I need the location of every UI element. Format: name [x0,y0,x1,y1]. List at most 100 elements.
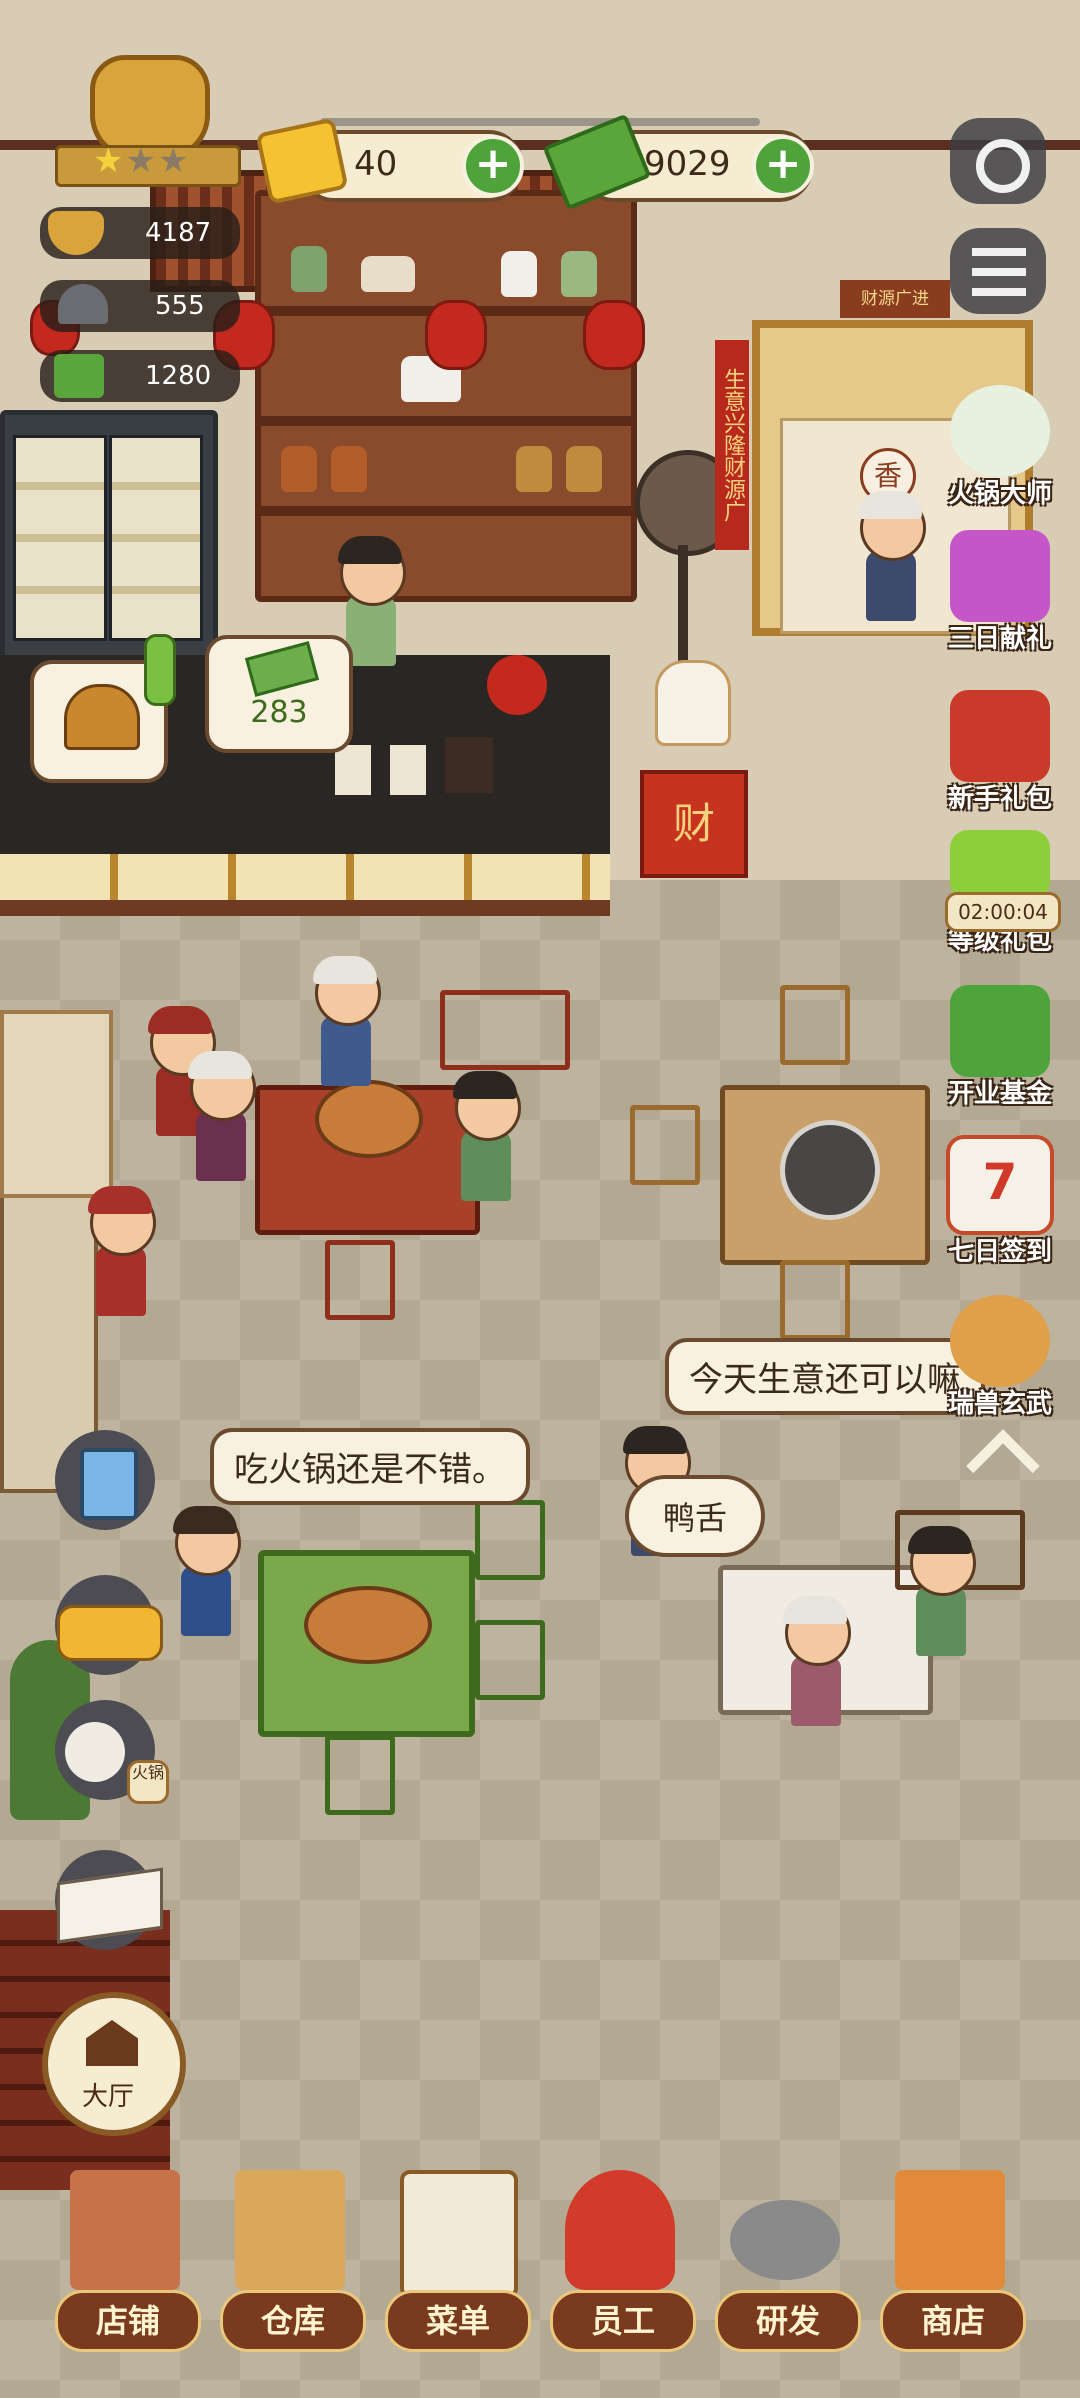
panda-chef-icon [950,385,1050,477]
speech-bubble-hotpot: 吃火锅还是不错。 [210,1428,530,1505]
star-icon: ★ [125,141,158,181]
side-item-signin[interactable]: 7 七日签到 [940,1135,1060,1268]
cash-bubble[interactable]: 283 [205,635,353,753]
nav-staff[interactable]: 员工 [545,2170,696,2360]
nav-storefront[interactable]: 店铺 [50,2170,201,2360]
gift-box-icon [950,530,1050,622]
chair [780,985,850,1065]
nav-label: 研发 [715,2290,861,2352]
side-item-level[interactable]: 02:00:04 等级礼包 [940,830,1061,957]
taxi-icon [57,1605,163,1661]
task-list-button[interactable] [950,228,1046,314]
display-shelf[interactable] [255,190,637,602]
bell-bubble[interactable] [30,634,176,783]
staff-icon [565,2170,675,2290]
hall-button[interactable]: 大厅 [42,1992,186,2136]
nav-label: 菜单 [385,2290,531,2352]
treasure-pack-icon [950,690,1050,782]
bamboo-table[interactable] [258,1550,475,1737]
chair [630,1105,700,1185]
service-stat[interactable]: 555 [40,280,240,332]
recipe-book-button[interactable] [55,1850,163,1950]
calendar-day: 7 [982,1153,1018,1211]
table-lamp-icon [487,655,547,715]
money-chest-icon [950,985,1050,1077]
chair [780,1260,850,1340]
delivery-car-button[interactable] [55,1575,163,1675]
storefront-icon [70,2170,180,2290]
boxes-icon [235,2170,345,2290]
nav-research[interactable]: 研发 [710,2170,861,2360]
hotpot-icon [304,1586,432,1664]
chair [475,1500,545,1580]
nav-shop[interactable]: 商店 [875,2170,1026,2360]
cash-register-icon [54,354,104,398]
vase-icon [291,246,327,292]
chair [325,1735,395,1815]
wok-icon [730,2200,840,2280]
drinks-fridge[interactable] [0,410,218,670]
service-bell-icon [58,284,108,324]
gear-icon [976,139,1030,193]
cat-turtle-icon [950,1295,1050,1387]
jar-icon [566,446,602,492]
order-bubble-duck-tongue[interactable]: 鸭舌 [625,1475,766,1557]
shop-icon [895,2170,1005,2290]
lucky-cat-icon[interactable] [655,660,731,746]
shelf-board [261,416,631,426]
nav-label: 商店 [880,2290,1026,2352]
clipboard-icon [400,2170,518,2298]
star-icon: ★ [93,141,126,181]
jar-icon [516,446,552,492]
side-item-fund[interactable]: 开业基金 [940,985,1060,1110]
side-item-master[interactable]: 火锅大师 [940,385,1060,510]
orders-button[interactable] [55,1430,155,1530]
ledger-book [445,737,493,793]
service-stat-value: 555 [155,291,205,321]
nav-label: 仓库 [220,2290,366,2352]
fridge-door [109,435,203,641]
hotpot-icon [48,211,104,255]
jar-icon [331,446,367,492]
fridge-door [13,435,107,641]
side-item-label: 三日献礼 [947,624,1052,654]
fan-stand [678,545,688,665]
exclamation-icon [144,634,176,706]
house-icon [86,2020,138,2066]
delivery-bike-button[interactable]: 火锅 [55,1700,169,1804]
clipboard-icon [80,1448,138,1520]
calendar-icon: 7 [946,1135,1054,1235]
side-item-three-day[interactable]: 三日献礼 [940,530,1060,655]
hotpot-stat[interactable]: 4187 [40,207,240,259]
delivery-bike-icon [65,1722,125,1782]
register-stat[interactable]: 1280 [40,350,240,402]
side-item-label: 新手礼包 [947,784,1052,814]
add-cash-button[interactable]: + [752,135,814,197]
fortune-box[interactable]: 财 [640,770,748,878]
side-item-label: 七日签到 [947,1237,1052,1267]
cashier-hair [338,536,402,564]
add-gems-button[interactable]: + [462,135,524,197]
rank-badge[interactable]: ★★★ [55,55,241,187]
liquor-bottle-icon [501,251,537,297]
level-pack-timer: 02:00:04 [945,892,1061,932]
bowl-icon [361,256,415,292]
side-item-label: 开业基金 [947,1079,1052,1109]
speech-bubble-business: 今天生意还可以嘛 [665,1338,985,1415]
nav-warehouse[interactable]: 仓库 [215,2170,366,2360]
delivery-tag: 火锅 [127,1760,169,1804]
nav-label: 员工 [550,2290,696,2352]
shelf-board [261,506,631,516]
side-item-newbie[interactable]: 新手礼包 [940,690,1060,815]
nav-menu[interactable]: 菜单 [380,2170,531,2360]
star-icon: ★ [157,141,191,181]
jar-icon [281,446,317,492]
register-stat-value: 1280 [145,361,212,391]
side-item-beast[interactable]: 瑞兽玄武 [940,1295,1060,1420]
stove-icon [780,1120,880,1220]
chair [475,1620,545,1700]
empty-table[interactable] [720,1085,930,1265]
settings-button[interactable] [950,118,1046,204]
cash-value: 9029 [644,144,731,184]
service-bell-icon [64,684,140,750]
